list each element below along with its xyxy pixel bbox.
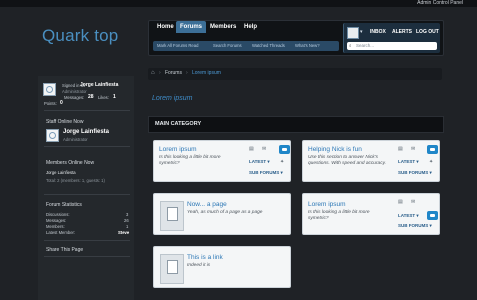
page-title: Lorem ipsum (152, 95, 193, 102)
sub-forums-dropdown[interactable]: SUB FORUMS ▾ (398, 170, 432, 176)
members-online-title[interactable]: Members Online Now (46, 160, 94, 166)
tab-help[interactable]: Help (240, 21, 261, 33)
tab-forums[interactable]: Forums (176, 21, 207, 33)
messages-value[interactable]: 28 (88, 94, 94, 100)
likes-value[interactable]: 1 (113, 94, 116, 100)
divider (44, 256, 130, 257)
points-label: Points: (44, 101, 57, 106)
sub-navigation: Mark All Forums Read Search Forums Watch… (153, 41, 339, 51)
likes-label: Likes: (98, 95, 109, 100)
node-title[interactable]: Helping Nick is fun (308, 146, 362, 153)
stat-label-latest-member: Latest Member: (46, 230, 76, 235)
visitor-role: Administrator (62, 89, 87, 94)
node-description: Use this section to answer Nick's questi… (308, 155, 386, 166)
sub-forums-dropdown[interactable]: SUB FORUMS ▾ (249, 170, 283, 176)
stat-value-latest-member[interactable]: Steve (118, 230, 129, 235)
messages-icon: ✉ (262, 146, 267, 152)
logout-link[interactable]: LOG OUT (416, 27, 439, 37)
node-title[interactable]: Lorem ipsum (308, 201, 346, 208)
points-value[interactable]: 0 (60, 100, 63, 106)
rss-icon[interactable] (427, 145, 438, 154)
forum-node[interactable]: Lorem ipsum Is this looking a little bit… (153, 140, 291, 182)
latest-dropdown[interactable]: LATEST ▾ (398, 213, 419, 219)
node-description: Indeed it is (187, 263, 211, 268)
online-member-name[interactable]: Jorge Lainfiesta (46, 170, 76, 175)
threads-icon: ▤ (398, 199, 403, 205)
divider (44, 194, 130, 195)
feed-icon[interactable]: ✦ (280, 159, 284, 165)
search-input[interactable]: ⌕ Search... (347, 42, 437, 50)
stat-value-discussions: 3 (126, 212, 129, 217)
messages-icon: ✉ (411, 199, 416, 205)
search-icon: ⌕ (349, 43, 352, 48)
latest-dropdown[interactable]: LATEST ▾ (249, 159, 270, 165)
link-node[interactable]: This is a link Indeed it is (153, 246, 291, 288)
forum-node[interactable]: Helping Nick is fun Use this section to … (302, 140, 440, 182)
mark-forums-read-link[interactable]: Mark All Forums Read (157, 41, 198, 51)
inbox-link[interactable]: INBOX (370, 27, 386, 37)
staff-online-title[interactable]: Staff Online Now (46, 119, 83, 125)
alerts-link[interactable]: ALERTS (392, 27, 412, 37)
site-logo[interactable]: Quark top (42, 26, 118, 46)
divider (44, 146, 130, 147)
threads-icon: ▤ (398, 146, 403, 152)
staff-role: Administrator (63, 137, 88, 142)
admin-control-panel-link[interactable]: Admin Control Panel (417, 0, 463, 7)
stat-value-members: 1 (126, 224, 129, 229)
threads-icon: ▤ (249, 146, 254, 152)
node-title[interactable]: Lorem ipsum (159, 146, 197, 153)
breadcrumb-forums[interactable]: Forums (165, 70, 182, 76)
latest-dropdown[interactable]: LATEST ▾ (398, 159, 419, 165)
node-description: Is this looking a little bit more symetr… (159, 155, 221, 166)
user-avatar[interactable] (347, 27, 359, 39)
rss-icon[interactable] (427, 211, 438, 220)
page-icon (160, 201, 184, 231)
watched-threads-link[interactable]: Watched Threads (252, 41, 285, 51)
breadcrumb-current[interactable]: Lorem ipsum (192, 70, 221, 76)
visitor-username[interactable]: Jorge Lainfiesta (80, 82, 118, 88)
sub-forums-dropdown[interactable]: SUB FORUMS ▾ (398, 223, 432, 229)
stat-label-messages: Messages: (46, 218, 67, 223)
whats-new-link[interactable]: What's New? (295, 41, 320, 51)
stat-value-messages: 26 (124, 218, 129, 223)
search-forums-link[interactable]: Search Forums (213, 41, 242, 51)
node-title[interactable]: This is a link (187, 254, 223, 261)
breadcrumb-separator: › (159, 70, 161, 76)
search-placeholder: Search... (356, 43, 375, 48)
stat-label-members: Members: (46, 224, 65, 229)
node-description: Yeah, as much of a page as a page (187, 210, 263, 215)
rss-icon[interactable] (279, 145, 290, 154)
breadcrumb-separator: › (186, 70, 188, 76)
home-icon[interactable]: ⌂ (151, 70, 155, 76)
staff-avatar[interactable] (46, 129, 59, 142)
user-box: ▾ INBOX ALERTS LOG OUT ⌕ Search... (343, 23, 440, 53)
share-page-title: Share This Page (46, 247, 84, 253)
messages-label: Messages: (64, 95, 85, 100)
link-icon (160, 254, 184, 284)
tab-home[interactable]: Home (153, 21, 178, 33)
node-title[interactable]: Now... a page (187, 201, 227, 208)
node-description: Is this looking a little bit more symetr… (308, 210, 370, 221)
stat-label-discussions: Discussions: (46, 212, 70, 217)
category-title: MAIN CATEGORY (155, 121, 202, 127)
top-bar: Admin Control Panel (0, 0, 477, 7)
navigation-bar: Home Forums Members Help Mark All Forums… (148, 20, 444, 56)
category-header[interactable]: MAIN CATEGORY (148, 116, 444, 133)
forum-statistics-title: Forum Statistics (46, 202, 82, 208)
visitor-avatar[interactable] (43, 83, 56, 96)
breadcrumb: ⌂ › Forums › Lorem ipsum (148, 68, 442, 80)
feed-icon[interactable]: ✦ (429, 159, 433, 165)
page-node[interactable]: Now... a page Yeah, as much of a page as… (153, 193, 291, 235)
staff-username[interactable]: Jorge Lainfiesta (63, 129, 109, 135)
forum-node[interactable]: Lorem ipsum Is this looking a little bit… (302, 193, 440, 235)
tab-members[interactable]: Members (206, 21, 240, 33)
divider (44, 110, 130, 111)
chevron-down-icon[interactable]: ▾ (360, 29, 363, 35)
messages-icon: ✉ (411, 146, 416, 152)
online-total: Total: 2 (members: 1, guests: 1) (46, 178, 105, 183)
divider (44, 240, 130, 241)
